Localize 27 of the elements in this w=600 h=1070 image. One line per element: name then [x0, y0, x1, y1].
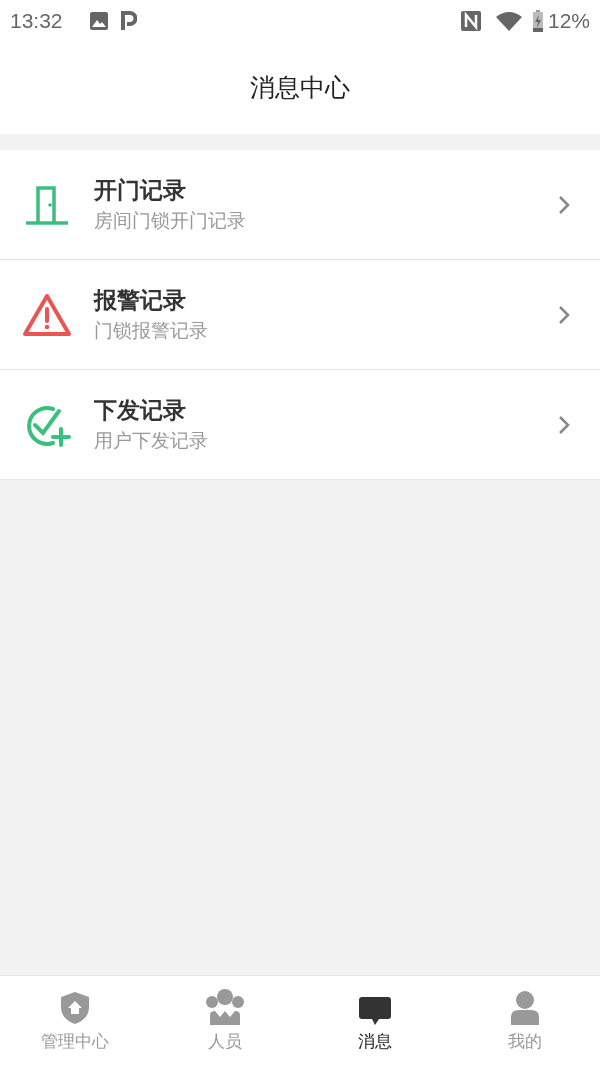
battery-percent: 12% [547, 8, 590, 35]
chevron-right-icon [558, 304, 570, 325]
status-time: 13:32 [10, 8, 63, 35]
record-subtitle: 房间门锁开门记录 [94, 207, 247, 233]
record-title: 报警记录 [94, 285, 187, 315]
battery-icon [531, 10, 544, 32]
record-title: 开门记录 [94, 175, 187, 205]
nfc-icon [459, 10, 482, 32]
record-subtitle: 用户下发记录 [94, 427, 209, 453]
chevron-right-icon [558, 414, 570, 435]
record-row[interactable]: 下发记录 用户下发记录 [0, 370, 600, 480]
record-title: 下发记录 [94, 395, 187, 425]
door-icon [24, 184, 70, 225]
shield-home-icon [60, 990, 90, 1025]
record-row[interactable]: 报警记录 门锁报警记录 [0, 260, 600, 370]
chevron-right-icon [558, 194, 570, 215]
wifi-icon [495, 11, 522, 31]
record-row[interactable]: 开门记录 房间门锁开门记录 [0, 150, 600, 260]
warning-icon [22, 292, 72, 337]
parking-icon [120, 11, 137, 31]
person-icon [511, 990, 539, 1025]
record-subtitle: 门锁报警记录 [94, 317, 209, 343]
tab-item[interactable]: 消息 [300, 976, 450, 1070]
page-title: 消息中心 [250, 72, 350, 105]
group-icon [205, 988, 245, 1025]
chat-icon [359, 996, 391, 1025]
image-icon [88, 11, 109, 31]
